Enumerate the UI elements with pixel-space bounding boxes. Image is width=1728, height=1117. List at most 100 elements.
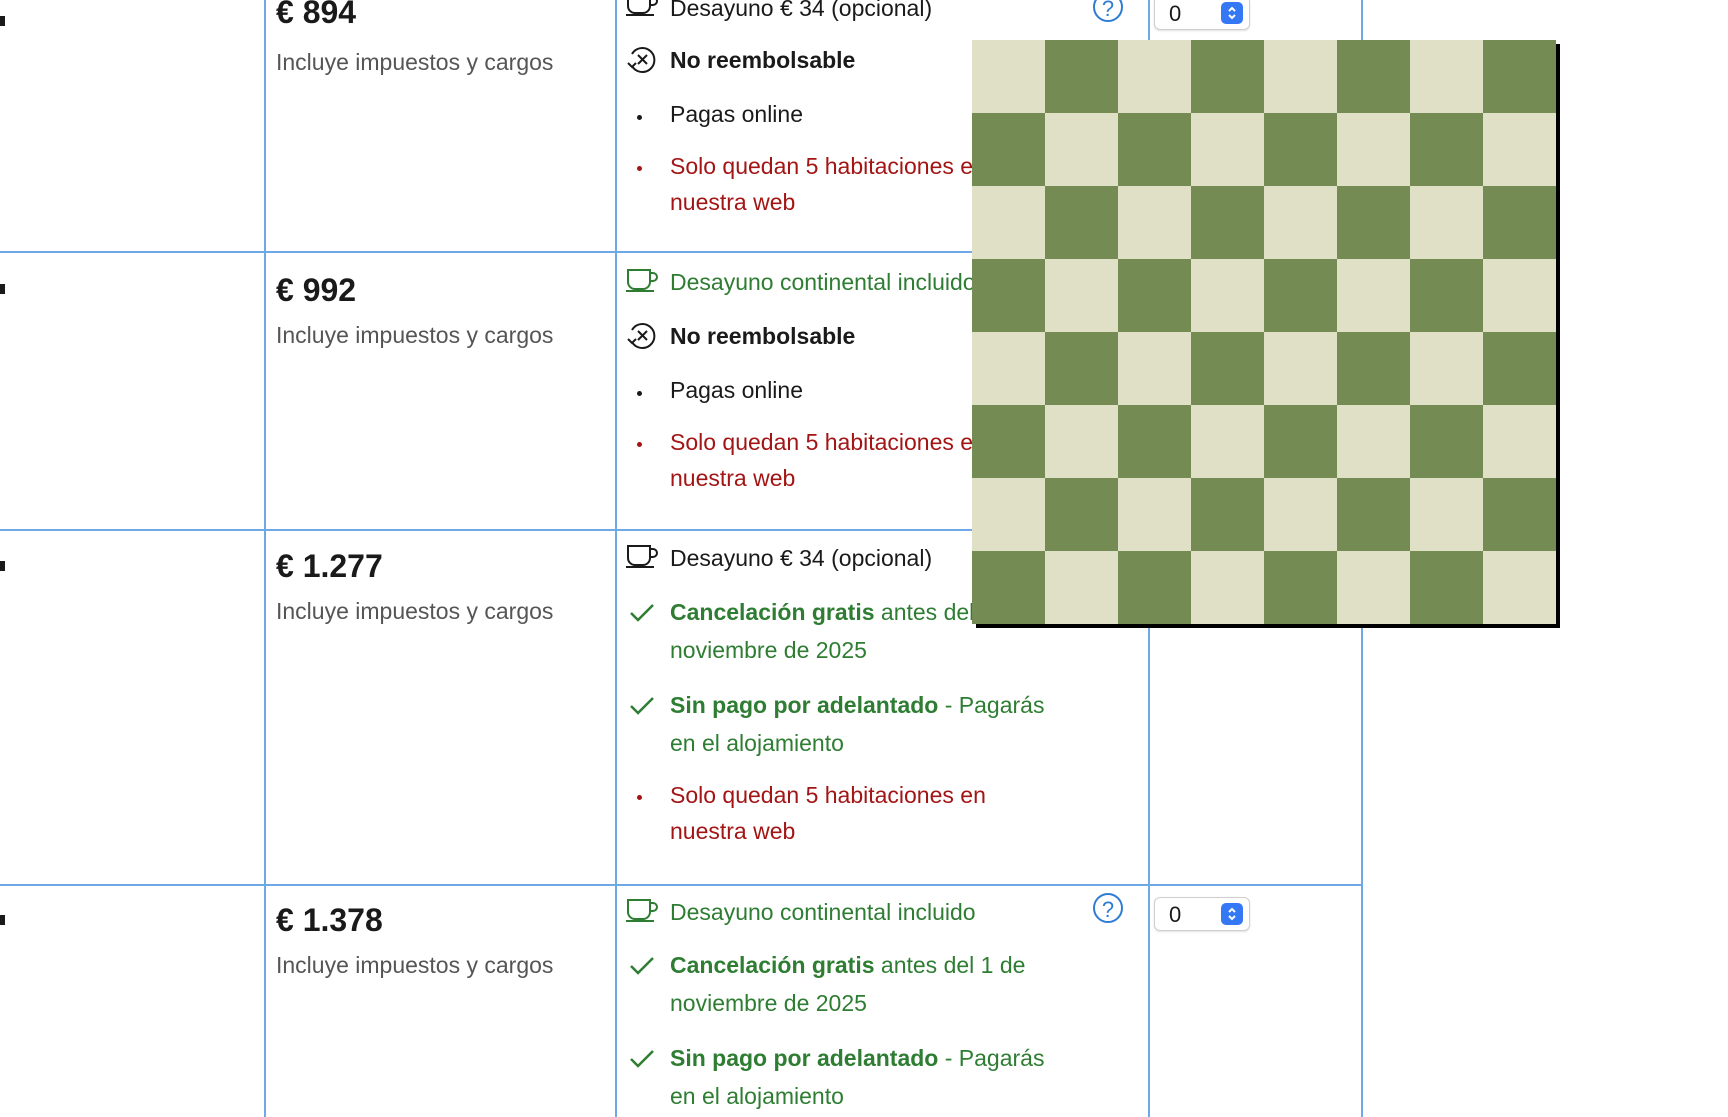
stepper-icon	[1221, 903, 1243, 925]
chessboard-square[interactable]	[1045, 332, 1118, 405]
chessboard-square[interactable]	[1264, 259, 1337, 332]
chessboard-square[interactable]	[972, 40, 1045, 113]
chessboard-square[interactable]	[1045, 113, 1118, 186]
chessboard-square[interactable]	[1337, 40, 1410, 113]
chessboard-square[interactable]	[1264, 332, 1337, 405]
prepayment-info: Sin pago por adelantado - Pagarás	[670, 692, 1045, 718]
chessboard-square[interactable]	[1118, 332, 1191, 405]
chessboard-square[interactable]	[1045, 40, 1118, 113]
bullet	[637, 442, 642, 447]
checkmark-icon	[624, 595, 660, 631]
chessboard-square[interactable]	[1045, 551, 1118, 624]
chessboard-square[interactable]	[1337, 186, 1410, 259]
chessboard-square[interactable]	[1118, 405, 1191, 478]
chessboard-square[interactable]	[1118, 551, 1191, 624]
selected-value: 0	[1169, 1, 1182, 26]
scarcity-line-1: Solo quedan 5 habitaciones en	[670, 782, 986, 808]
chessboard-square[interactable]	[1337, 259, 1410, 332]
checkmark-icon	[624, 948, 660, 984]
chessboard-square[interactable]	[1410, 186, 1483, 259]
help-icon[interactable]: ?	[1093, 893, 1123, 923]
cancellation-info: Cancelación gratis antes del 1 de	[670, 952, 1026, 978]
bullet	[637, 166, 642, 171]
chessboard-square[interactable]	[1337, 551, 1410, 624]
chessboard-square[interactable]	[972, 551, 1045, 624]
chessboard-square[interactable]	[1118, 186, 1191, 259]
stepper-icon	[1221, 2, 1243, 24]
chessboard-square[interactable]	[972, 113, 1045, 186]
chessboard-square[interactable]	[1191, 551, 1264, 624]
cancellation-info-line-2: noviembre de 2025	[670, 637, 867, 663]
chessboard-square[interactable]	[1410, 478, 1483, 551]
chessboard-square[interactable]	[1264, 405, 1337, 478]
chessboard-square[interactable]	[1483, 40, 1556, 113]
chessboard-square[interactable]	[1191, 259, 1264, 332]
chessboard[interactable]	[972, 40, 1556, 624]
chessboard-square[interactable]	[1483, 551, 1556, 624]
room-quantity-select[interactable]: 0	[1154, 897, 1250, 931]
chessboard-square[interactable]	[1264, 551, 1337, 624]
breakfast-info: Desayuno € 34 (opcional)	[670, 0, 933, 21]
chessboard-square[interactable]	[1118, 478, 1191, 551]
chessboard-square[interactable]	[1118, 113, 1191, 186]
cancellation-info-line-2: noviembre de 2025	[670, 990, 867, 1016]
chessboard-square[interactable]	[1191, 113, 1264, 186]
chessboard-square[interactable]	[1337, 113, 1410, 186]
chessboard-square[interactable]	[1410, 259, 1483, 332]
chessboard-square[interactable]	[1483, 478, 1556, 551]
chessboard-square[interactable]	[1410, 113, 1483, 186]
chessboard-square[interactable]	[1264, 113, 1337, 186]
coffee-cup-icon	[624, 262, 660, 298]
taxes-note: Incluye impuestos y cargos	[276, 49, 554, 75]
chessboard-square[interactable]	[972, 332, 1045, 405]
chessboard-square[interactable]	[1191, 332, 1264, 405]
chessboard-square[interactable]	[1337, 405, 1410, 478]
chessboard-square[interactable]	[1045, 259, 1118, 332]
scarcity-line-2: nuestra web	[670, 818, 796, 844]
taxes-note: Incluye impuestos y cargos	[276, 322, 554, 348]
column-divider	[264, 0, 266, 1117]
no-refund-icon	[624, 42, 660, 78]
chessboard-square[interactable]	[1410, 40, 1483, 113]
chessboard-square[interactable]	[1118, 259, 1191, 332]
chessboard-square[interactable]	[1191, 186, 1264, 259]
chessboard-square[interactable]	[972, 186, 1045, 259]
bullet	[637, 391, 642, 396]
chessboard-square[interactable]	[1410, 551, 1483, 624]
chessboard-square[interactable]	[1337, 332, 1410, 405]
chessboard-square[interactable]	[1337, 478, 1410, 551]
chessboard-square[interactable]	[1045, 478, 1118, 551]
chessboard-square[interactable]	[1483, 332, 1556, 405]
no-refund-icon	[624, 318, 660, 354]
price: € 992	[276, 272, 357, 308]
chessboard-square[interactable]	[1483, 405, 1556, 478]
chessboard-square[interactable]	[972, 259, 1045, 332]
chessboard-square[interactable]	[1118, 40, 1191, 113]
chessboard-square[interactable]	[972, 405, 1045, 478]
prepayment-info-line-2: en el alojamiento	[670, 1083, 844, 1109]
coffee-cup-icon	[624, 0, 660, 22]
chessboard-square[interactable]	[1045, 186, 1118, 259]
checkmark-icon	[624, 688, 660, 724]
chessboard-square[interactable]	[1264, 186, 1337, 259]
chessboard-square[interactable]	[1191, 478, 1264, 551]
room-quantity-select[interactable]: 0	[1154, 0, 1250, 30]
chessboard-square[interactable]	[1483, 186, 1556, 259]
clipped-text-fragment	[0, 915, 5, 925]
chessboard-square[interactable]	[1483, 259, 1556, 332]
bullet	[637, 795, 642, 800]
coffee-cup-icon	[624, 892, 660, 928]
chessboard-square[interactable]	[1264, 478, 1337, 551]
taxes-note: Incluye impuestos y cargos	[276, 952, 554, 978]
chessboard-square[interactable]	[1191, 405, 1264, 478]
chessboard-square[interactable]	[1045, 405, 1118, 478]
price: € 1.378	[276, 902, 383, 938]
chessboard-square[interactable]	[1191, 40, 1264, 113]
refund-policy: No reembolsable	[670, 323, 856, 349]
chessboard-square[interactable]	[1410, 405, 1483, 478]
price: € 1.277	[276, 548, 383, 584]
chessboard-square[interactable]	[1410, 332, 1483, 405]
chessboard-square[interactable]	[972, 478, 1045, 551]
chessboard-square[interactable]	[1483, 113, 1556, 186]
chessboard-square[interactable]	[1264, 40, 1337, 113]
